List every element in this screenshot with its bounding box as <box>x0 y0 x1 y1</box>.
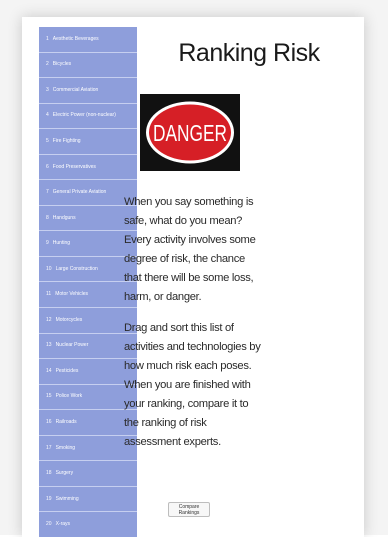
sidebar-item-label: Commercial Aviation <box>52 86 99 93</box>
sidebar-item-label: Nuclear Power <box>55 342 89 349</box>
sidebar-item-number: 15 <box>46 393 52 400</box>
sidebar-item-number: 10 <box>46 265 52 272</box>
sidebar-item-label: Bicycles <box>52 61 72 68</box>
sidebar-item[interactable]: 3 Commercial Aviation <box>39 78 137 104</box>
sidebar-item[interactable]: 6 Food Preservatives <box>39 155 137 181</box>
sidebar-item-number: 16 <box>46 418 52 425</box>
sidebar-item-number: 3 <box>46 86 49 93</box>
sidebar-item-label: Electric Power (non-nuclear) <box>52 112 116 119</box>
sidebar-item-label: Police Work <box>55 393 83 400</box>
sidebar-item-number: 13 <box>46 342 52 349</box>
sidebar-item-label: General Private Aviation <box>52 189 107 196</box>
sidebar-item[interactable]: 19 Swimming <box>39 487 137 513</box>
sidebar-item-label: Large Construction <box>55 265 98 272</box>
sidebar-item-number: 6 <box>46 163 49 170</box>
sidebar-item[interactable]: 5 Fire Fighting <box>39 129 137 155</box>
sidebar-item-label: Pesticides <box>55 367 79 374</box>
activity-page: 1 Aesthetic Beverages 2 Bicycles 3 Commercial… <box>22 17 364 537</box>
sidebar-item-number: 5 <box>46 137 49 144</box>
sidebar-item-label: Swimming <box>55 495 79 502</box>
sidebar-item-number: 17 <box>46 444 52 451</box>
sidebar-item-number: 7 <box>46 189 49 196</box>
sidebar-item-number: 2 <box>46 61 49 68</box>
sidebar-item-label: Handguns <box>52 214 76 221</box>
sidebar-item[interactable]: 7 General Private Aviation <box>39 180 137 206</box>
sidebar-item-number: 8 <box>46 214 49 221</box>
danger-sign-image: DANGER <box>140 94 240 171</box>
sidebar-item[interactable]: 1 Aesthetic Beverages <box>39 27 137 53</box>
sidebar-item-label: Aesthetic Beverages <box>52 35 99 42</box>
sidebar-item[interactable]: 2 Bicycles <box>39 53 137 79</box>
compare-rankings-button[interactable]: Compare Rankings <box>168 502 210 517</box>
intro-paragraph: When you say something is safe, what do … <box>124 196 256 303</box>
sidebar-item-number: 1 <box>46 35 49 42</box>
sidebar-item-label: Surgery <box>55 470 74 477</box>
sidebar-item-number: 4 <box>46 112 49 119</box>
sidebar-item-label: Food Preservatives <box>52 163 96 170</box>
sidebar-item-label: Railroads <box>55 418 77 425</box>
sidebar-item[interactable]: 13 Nuclear Power <box>39 334 137 360</box>
sidebar-item-number: 19 <box>46 495 52 502</box>
sidebar-item-number: 12 <box>46 316 52 323</box>
sidebar-item-label: Fire Fighting <box>52 137 81 144</box>
sidebar-item-label: Motorcycles <box>55 316 83 323</box>
sidebar-item[interactable]: 14 Pesticides <box>39 359 137 385</box>
sidebar-item-label: X-rays <box>55 521 71 528</box>
sidebar-item-number: 14 <box>46 367 52 374</box>
sortable-activity-list[interactable]: 1 Aesthetic Beverages 2 Bicycles 3 Commercial… <box>39 27 137 537</box>
sidebar-item-number: 20 <box>46 521 52 528</box>
page-title: Ranking Risk <box>178 39 320 67</box>
sidebar-item-label: Hunting <box>52 240 71 247</box>
sidebar-item[interactable]: 11 Motor Vehicles <box>39 282 137 309</box>
sidebar-item[interactable]: 18 Surgery <box>39 461 137 487</box>
sidebar-item[interactable]: 15 Police Work <box>39 385 137 411</box>
sidebar-item[interactable]: 9 Hunting <box>39 231 137 257</box>
danger-sign-text: DANGER <box>153 120 227 146</box>
sidebar-item[interactable]: 20 X-rays <box>39 512 137 537</box>
sidebar-item[interactable]: 4 Electric Power (non-nuclear) <box>39 104 137 130</box>
sidebar-item[interactable]: 16 Railroads <box>39 410 137 436</box>
window-background: 1 Aesthetic Beverages 2 Bicycles 3 Commercial… <box>0 0 388 537</box>
sidebar-item-number: 9 <box>46 240 49 247</box>
sidebar-item-number: 18 <box>46 470 52 477</box>
sidebar-item[interactable]: 8 Handguns <box>39 206 137 232</box>
sidebar-item-label: Motor Vehicles <box>55 291 88 298</box>
instructions-paragraph: Drag and sort this list of activities an… <box>124 322 261 448</box>
sidebar-item[interactable]: 10 Large Construction <box>39 257 137 283</box>
sidebar-item-label: Smoking <box>55 444 76 451</box>
sidebar-item[interactable]: 12 Motorcycles <box>39 308 137 334</box>
sidebar-item[interactable]: 17 Smoking <box>39 436 137 462</box>
sidebar-item-number: 11 <box>46 291 52 298</box>
